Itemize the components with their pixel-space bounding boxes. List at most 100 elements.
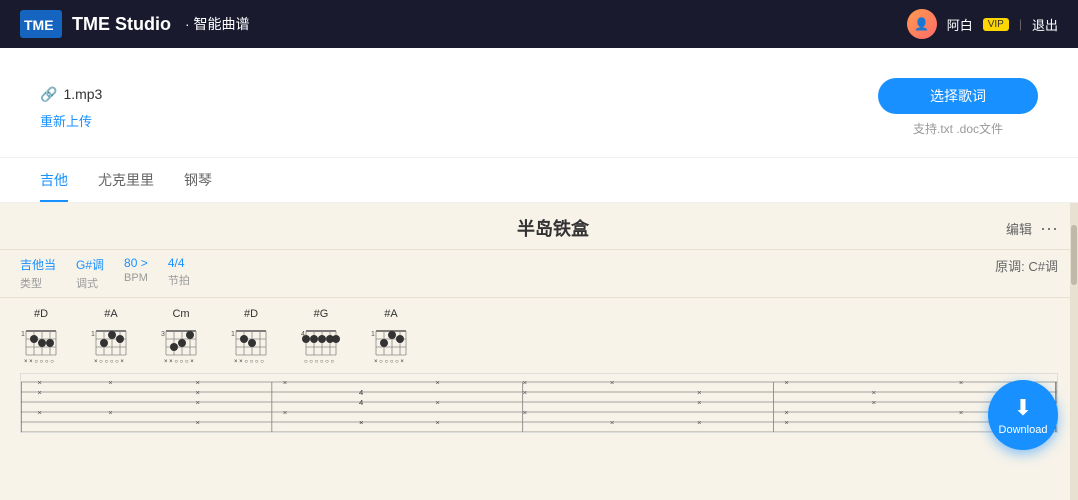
svg-text:×: ×: [195, 388, 199, 397]
svg-text:×: ×: [195, 418, 199, 427]
chord-item-5: #G: [300, 308, 342, 363]
reupload-button[interactable]: 重新上传: [40, 111, 102, 130]
svg-text:× × ○ ○ ○ ○: × × ○ ○ ○ ○: [24, 359, 54, 365]
svg-text:×: ×: [523, 378, 527, 387]
svg-text:×: ×: [435, 398, 439, 407]
key-value[interactable]: G#调: [76, 256, 104, 273]
svg-text:×: ×: [784, 418, 788, 427]
sheet-scrollbar[interactable]: [1070, 203, 1078, 500]
scrollbar-thumb[interactable]: [1071, 225, 1077, 285]
chord-item-1: #D: [20, 308, 62, 363]
guitar-type-label: 类型: [20, 275, 56, 291]
svg-text:×: ×: [872, 388, 876, 397]
svg-text:1: 1: [91, 331, 95, 338]
chord-item-2: #A 1: [90, 308, 132, 363]
svg-text:× ○ ○ ○ ○ ×: × ○ ○ ○ ○ ×: [374, 359, 404, 365]
svg-text:×: ×: [959, 378, 963, 387]
sheet-music-area: 半岛铁盒 编辑 ··· 吉他当 类型 G#调 调式 80 > BPM: [0, 203, 1078, 500]
time-label: 节拍: [168, 272, 190, 288]
header-divider: |: [1019, 17, 1022, 31]
svg-text:×: ×: [523, 388, 527, 397]
chord-name-4: #D: [244, 308, 258, 320]
svg-text:× ○ ○ ○ ○ ×: × ○ ○ ○ ○ ×: [94, 359, 124, 365]
guitar-type-value: 吉他当: [20, 256, 56, 273]
svg-text:×: ×: [435, 378, 439, 387]
svg-text:×: ×: [435, 418, 439, 427]
chord-diagram-4: 1 × × ○ ○ ○ ○: [230, 323, 272, 363]
tab-notation-area: × × × × × × × × × × × 4 4 × × ×: [20, 373, 1058, 433]
bpm-value[interactable]: 80 >: [124, 256, 148, 270]
chord-diagrams-area: #D: [0, 298, 1078, 368]
chord-diagram-5: 4 ○ ○ ○ ○ ○ ○: [300, 323, 342, 363]
meta-bpm: 80 > BPM: [124, 256, 148, 291]
app-subtitle: · 智能曲谱: [185, 14, 250, 34]
upload-left: 🔗 1.mp3 重新上传: [40, 86, 102, 130]
support-format-text: 支持.txt .doc文件: [913, 120, 1003, 137]
user-name: 阿白: [947, 15, 973, 34]
header-right: 👤 阿白 VIP | 退出: [907, 9, 1058, 39]
avatar: 👤: [907, 9, 937, 39]
svg-text:×: ×: [697, 398, 701, 407]
main-content: 🔗 1.mp3 重新上传 选择歌词 支持.txt .doc文件 吉他 尤克里里 …: [0, 48, 1078, 500]
tab-guitar[interactable]: 吉他: [40, 158, 68, 202]
svg-text:×: ×: [523, 408, 527, 417]
svg-text:×: ×: [697, 418, 701, 427]
svg-text:1: 1: [231, 331, 235, 338]
upload-right: 选择歌词 支持.txt .doc文件: [878, 78, 1038, 137]
svg-text:×: ×: [610, 418, 614, 427]
svg-text:3: 3: [161, 331, 165, 338]
chord-diagram-6: 1 × ○ ○ ○ ○ ×: [370, 323, 412, 363]
chord-diagram-3: 3 × × ○ ○ ○ ×: [160, 323, 202, 363]
svg-text:×: ×: [872, 398, 876, 407]
chord-name-6: #A: [384, 308, 397, 320]
header-left: TME TME Studio · 智能曲谱: [20, 10, 250, 38]
svg-text:×: ×: [359, 418, 363, 427]
svg-text:×: ×: [784, 378, 788, 387]
logout-button[interactable]: 退出: [1032, 15, 1058, 34]
select-lyrics-button[interactable]: 选择歌词: [878, 78, 1038, 114]
meta-key: G#调 调式: [76, 256, 104, 291]
tab-ukulele[interactable]: 尤克里里: [98, 158, 154, 202]
more-options-button[interactable]: ···: [1040, 218, 1058, 239]
tabs-bar: 吉他 尤克里里 钢琴: [0, 158, 1078, 203]
key-label: 调式: [76, 275, 104, 291]
chord-item-3: Cm 3: [160, 308, 202, 363]
chord-diagram-2: 1 × ○ ○ ○ ○ ×: [90, 323, 132, 363]
sheet-header: 半岛铁盒 编辑 ···: [0, 203, 1078, 250]
svg-text:×: ×: [784, 408, 788, 417]
chord-name-5: #G: [314, 308, 329, 320]
svg-text:○ ○ ○ ○ ○ ○: ○ ○ ○ ○ ○ ○: [304, 359, 334, 365]
sheet-meta: 吉他当 类型 G#调 调式 80 > BPM 4/4 节拍 原调: C#调: [0, 250, 1078, 298]
header: TME TME Studio · 智能曲谱 👤 阿白 VIP | 退出: [0, 0, 1078, 48]
svg-text:×: ×: [37, 408, 41, 417]
time-value: 4/4: [168, 256, 190, 270]
edit-button[interactable]: 编辑: [1006, 219, 1032, 238]
svg-text:×: ×: [283, 408, 287, 417]
tme-logo-icon: TME: [20, 10, 62, 38]
app-title: TME Studio: [72, 14, 171, 35]
svg-text:× × ○ ○ ○ ×: × × ○ ○ ○ ×: [164, 359, 194, 365]
download-button[interactable]: ⬇ Download: [988, 380, 1058, 450]
svg-text:TME: TME: [24, 17, 54, 33]
svg-text:×: ×: [283, 378, 287, 387]
bpm-label: BPM: [124, 272, 148, 284]
svg-text:4: 4: [359, 388, 363, 397]
upload-section: 🔗 1.mp3 重新上传 选择歌词 支持.txt .doc文件: [0, 48, 1078, 158]
svg-text:×: ×: [37, 388, 41, 397]
svg-text:4: 4: [359, 398, 363, 407]
svg-text:4: 4: [301, 331, 305, 338]
link-icon: 🔗: [40, 86, 57, 103]
meta-left: 吉他当 类型 G#调 调式 80 > BPM 4/4 节拍: [20, 256, 190, 291]
svg-text:×: ×: [959, 408, 963, 417]
svg-text:×: ×: [108, 408, 112, 417]
svg-text:× × ○ ○ ○ ○: × × ○ ○ ○ ○: [234, 359, 264, 365]
sheet-title: 半岛铁盒: [100, 215, 1006, 241]
tab-piano[interactable]: 钢琴: [184, 158, 212, 202]
svg-text:×: ×: [195, 378, 199, 387]
svg-text:×: ×: [195, 398, 199, 407]
download-label: Download: [999, 424, 1048, 436]
svg-text:×: ×: [37, 378, 41, 387]
chord-name-2: #A: [104, 308, 117, 320]
svg-text:1: 1: [371, 331, 375, 338]
file-name-text: 1.mp3: [63, 86, 102, 102]
